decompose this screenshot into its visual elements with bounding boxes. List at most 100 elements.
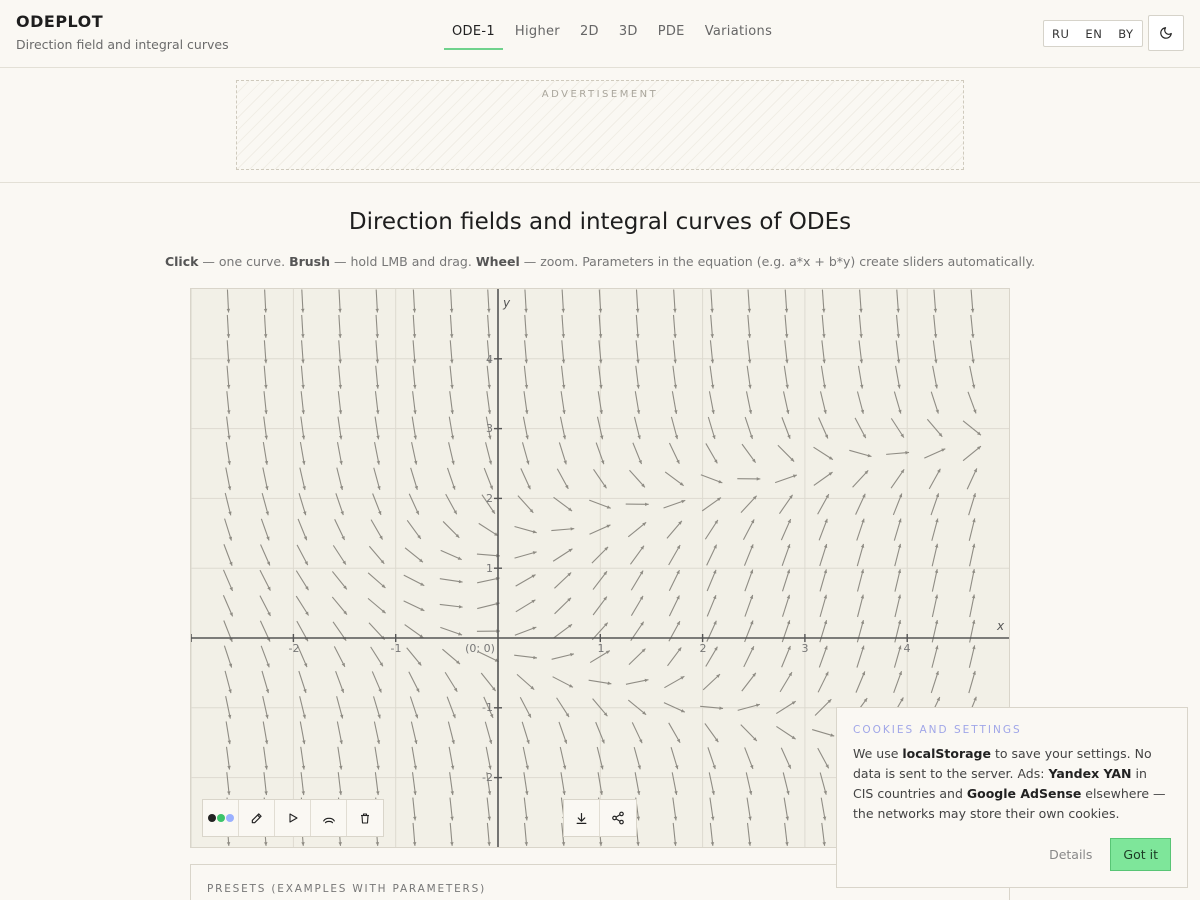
field-arrow-head bbox=[644, 678, 649, 683]
field-arrow-head bbox=[301, 384, 305, 389]
field-arrow-head bbox=[784, 334, 789, 338]
field-arrow-head bbox=[562, 435, 567, 440]
y-tick-label: -1 bbox=[482, 701, 493, 714]
field-arrow-head bbox=[449, 334, 454, 338]
tab-2d[interactable]: 2D bbox=[572, 16, 607, 50]
usage-hint: Click — one curve. Brush — hold LMB and … bbox=[0, 254, 1200, 269]
field-arrow-head bbox=[338, 384, 343, 389]
field-arrow-head bbox=[525, 765, 529, 770]
color-palette-button[interactable] bbox=[203, 800, 239, 836]
field-arrow-head bbox=[635, 308, 640, 313]
field-arrow-head bbox=[301, 334, 305, 338]
palette-dot bbox=[225, 814, 234, 822]
page-title: Direction fields and integral curves of … bbox=[348, 209, 852, 235]
field-arrow-head bbox=[935, 409, 939, 414]
field-arrow-head bbox=[228, 663, 233, 668]
y-tick-label: 1 bbox=[486, 562, 493, 575]
field-arrow-head bbox=[792, 474, 797, 478]
field-arrow-head bbox=[226, 334, 231, 338]
cookie-text-part: We use bbox=[853, 746, 903, 761]
field-arrow-head bbox=[264, 842, 268, 846]
tab-higher[interactable]: Higher bbox=[507, 16, 568, 50]
field-arrow-head bbox=[375, 334, 380, 338]
field-arrow-head bbox=[487, 308, 491, 313]
brand-subtitle: Direction field and integral curves bbox=[16, 37, 229, 52]
field-arrow-head bbox=[711, 410, 715, 414]
brush-button[interactable] bbox=[311, 800, 347, 836]
field-arrow-head bbox=[859, 308, 863, 313]
hint-brush-text: — hold LMB and drag. bbox=[330, 254, 476, 269]
field-arrow-head bbox=[598, 359, 603, 364]
x-tick-label: 4 bbox=[904, 642, 911, 655]
field-arrow-head bbox=[971, 619, 976, 624]
field-arrow-head bbox=[338, 359, 342, 364]
field-arrow-head bbox=[861, 645, 865, 650]
field-arrow-head bbox=[681, 499, 686, 504]
y-tick-label: 3 bbox=[486, 422, 493, 435]
field-arrow-head bbox=[749, 569, 754, 574]
field-arrow-head bbox=[340, 511, 344, 516]
field-arrow-head bbox=[935, 493, 940, 498]
cookie-term: localStorage bbox=[902, 746, 991, 761]
plot-toolbar-right bbox=[563, 799, 637, 837]
hint-brush: Brush bbox=[289, 254, 331, 269]
field-arrow-head bbox=[710, 334, 714, 338]
field-arrow-head bbox=[600, 460, 605, 465]
tab-ode-1[interactable]: ODE-1 bbox=[444, 16, 503, 50]
cookie-accept-button[interactable]: Got it bbox=[1110, 838, 1171, 871]
field-arrow-head bbox=[861, 518, 865, 523]
field-arrow-head bbox=[524, 334, 528, 338]
cookie-term: Google AdSense bbox=[966, 786, 1082, 801]
cookie-details-button[interactable]: Details bbox=[1049, 847, 1092, 862]
field-arrow-head bbox=[487, 334, 491, 338]
trash-button[interactable] bbox=[347, 800, 383, 836]
x-tick-label: 1 bbox=[598, 642, 605, 655]
tab-variations[interactable]: Variations bbox=[697, 16, 780, 50]
y-tick-label: 2 bbox=[486, 492, 493, 505]
field-arrow-head bbox=[226, 384, 231, 389]
field-arrow-head bbox=[263, 334, 268, 338]
play-icon bbox=[288, 813, 298, 823]
field-arrow-head bbox=[859, 334, 863, 338]
field-arrow-head bbox=[338, 334, 342, 338]
tab-3d[interactable]: 3D bbox=[611, 16, 646, 50]
field-arrow-head bbox=[263, 308, 268, 313]
x-tick-label: 2 bbox=[700, 642, 707, 655]
plot-toolbar-left bbox=[202, 799, 384, 837]
field-arrow-head bbox=[710, 308, 714, 313]
field-arrow-head bbox=[226, 842, 231, 846]
play-button[interactable] bbox=[275, 800, 311, 836]
ad-band: ADVERTISEMENT bbox=[0, 68, 1200, 183]
hint-click: Click bbox=[164, 254, 199, 269]
field-arrow-head bbox=[412, 334, 417, 338]
field-arrow-head bbox=[412, 308, 417, 313]
brand[interactable]: ODEPLOT Direction field and integral cur… bbox=[16, 12, 229, 52]
ad-label: ADVERTISEMENT bbox=[541, 89, 659, 100]
share-button[interactable] bbox=[600, 800, 636, 836]
color-palette-icon bbox=[207, 814, 234, 822]
lang-by-button[interactable]: BY bbox=[1110, 27, 1141, 41]
tab-pde[interactable]: PDE bbox=[650, 16, 693, 50]
brand-title[interactable]: ODEPLOT bbox=[16, 12, 229, 31]
field-arrow-head bbox=[412, 359, 417, 364]
field-arrow-head bbox=[487, 842, 491, 846]
x-tick-label: -2 bbox=[289, 642, 300, 655]
field-arrow-head bbox=[563, 460, 567, 465]
field-arrow-head bbox=[338, 308, 342, 313]
field-arrow-head bbox=[561, 842, 566, 846]
download-button[interactable] bbox=[564, 800, 600, 836]
field-arrow-head bbox=[823, 544, 828, 548]
field-arrow-head bbox=[598, 308, 603, 313]
cookie-actions: Details Got it bbox=[1049, 838, 1171, 871]
pencil-button[interactable] bbox=[239, 800, 275, 836]
field-arrow-head bbox=[524, 308, 528, 313]
field-arrow-head bbox=[524, 359, 529, 364]
field-arrow-head bbox=[824, 645, 828, 650]
field-arrow-head bbox=[784, 308, 789, 313]
lang-ru-button[interactable]: RU bbox=[1044, 27, 1077, 41]
field-arrow-head bbox=[756, 477, 761, 481]
field-arrow-head bbox=[786, 594, 791, 599]
language-switcher: RU EN BY bbox=[1043, 20, 1143, 47]
lang-en-button[interactable]: EN bbox=[1077, 27, 1110, 41]
theme-toggle-button[interactable] bbox=[1148, 15, 1184, 51]
